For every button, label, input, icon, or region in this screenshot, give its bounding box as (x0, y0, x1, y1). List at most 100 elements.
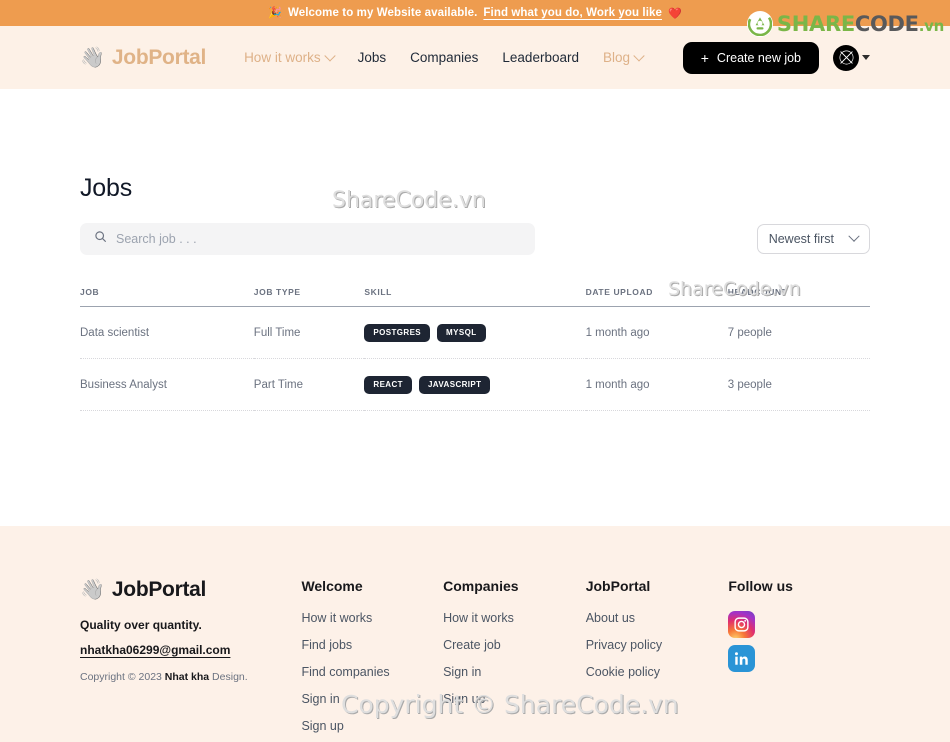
copyright-pre: Copyright © 2023 (80, 671, 165, 683)
footer-link-how-it-works[interactable]: How it works (301, 611, 443, 625)
footer-brand-logo[interactable]: 👋 JobPortal (80, 578, 301, 602)
linkedin-icon[interactable] (728, 645, 756, 672)
footer-heading-follow-us: Follow us (728, 578, 793, 594)
column-header-job: JOB (80, 287, 254, 307)
footer-link-privacy-policy[interactable]: Privacy policy (586, 638, 729, 652)
nav-label: How it works (244, 50, 321, 65)
skill-badge-group: POSTGRES MYSQL (364, 324, 585, 342)
table-header-row: JOB JOB TYPE SKILL DATE UPLOAD HEADCOUNT (80, 287, 870, 307)
sharecode-recycle-icon (746, 11, 773, 37)
skill-badge: JAVASCRIPT (418, 376, 491, 394)
social-links (728, 611, 870, 672)
sharecode-code-text: CODE (854, 11, 919, 36)
plus-icon: + (700, 49, 709, 66)
column-header-date-upload: DATE UPLOAD (585, 287, 728, 307)
announcement-text: Welcome to my Website available. (288, 7, 478, 19)
footer-link-sign-in[interactable]: Sign in (301, 692, 443, 706)
instagram-icon[interactable] (728, 611, 756, 638)
announcement-content: 🎉 Welcome to my Website available. Find … (268, 7, 682, 20)
search-box[interactable] (80, 223, 535, 255)
footer-link-how-it-works[interactable]: How it works (443, 611, 586, 625)
footer-heading-companies: Companies (443, 578, 519, 594)
column-header-skill: SKILL (364, 287, 586, 307)
jobs-table: JOB JOB TYPE SKILL DATE UPLOAD HEADCOUNT… (80, 287, 870, 411)
sort-selected-value: Newest first (768, 232, 834, 246)
skill-badge-group: REACT JAVASCRIPT (364, 376, 585, 394)
footer-link-find-jobs[interactable]: Find jobs (301, 638, 443, 652)
nav-item-leaderboard[interactable]: Leaderboard (502, 50, 579, 65)
jobs-toolbar: Newest first (80, 223, 870, 255)
chevron-down-icon (633, 49, 645, 62)
footer-link-sign-up[interactable]: Sign up (443, 692, 586, 706)
sort-select[interactable]: Newest first (756, 224, 870, 254)
skill-badge: REACT (364, 376, 412, 394)
nav-label: Companies (410, 50, 479, 65)
copyright-post: Design. (209, 671, 248, 683)
sharecode-share-text: SHARE (776, 11, 855, 36)
footer-column-welcome: Welcome How it works Find jobs Find comp… (301, 578, 443, 742)
cell-job-type: Full Time (253, 306, 365, 359)
nav-item-how-it-works[interactable]: How it works (244, 49, 336, 65)
chevron-down-icon (848, 230, 860, 242)
search-input[interactable] (116, 232, 521, 246)
cell-job: Business Analyst (80, 358, 254, 411)
jobs-table-body: Data scientist Full Time POSTGRES MYSQL … (80, 306, 870, 411)
create-new-job-label: Create new job (716, 50, 801, 65)
table-row[interactable]: Business Analyst Part Time REACT JAVASCR… (80, 358, 870, 411)
footer-tagline: Quality over quantity. (80, 618, 202, 632)
table-row[interactable]: Data scientist Full Time POSTGRES MYSQL … (80, 306, 870, 359)
page-title: Jobs (80, 174, 133, 202)
waving-hand-icon: 👋 (80, 46, 105, 69)
footer-brand-name: JobPortal (111, 578, 207, 601)
cell-headcount: 7 people (727, 306, 870, 359)
footer-link-cookie-policy[interactable]: Cookie policy (586, 665, 729, 679)
avatar[interactable] (833, 44, 859, 71)
waving-hand-icon: 👋 (80, 579, 105, 601)
footer-brand-block: 👋 JobPortal Quality over quantity. nhatk… (80, 578, 301, 742)
announcement-link[interactable]: Find what you do, Work you like (483, 7, 662, 19)
nav-label: Blog (602, 50, 631, 65)
column-header-job-type: JOB TYPE (253, 287, 365, 307)
footer-column-companies: Companies How it works Create job Sign i… (443, 578, 586, 742)
cell-skills: POSTGRES MYSQL (364, 306, 586, 359)
main-content: Jobs Newest first JOB JOB TYPE SKILL DAT… (0, 89, 950, 526)
user-menu[interactable] (833, 44, 870, 71)
create-new-job-button[interactable]: + Create new job (682, 41, 819, 74)
footer-email-link[interactable]: nhatkha06299@gmail.com (80, 643, 230, 657)
sharecode-vn-text: .vn (918, 16, 945, 35)
skill-badge: MYSQL (437, 324, 486, 342)
footer-column-jobportal: JobPortal About us Privacy policy Cookie… (586, 578, 729, 742)
header-actions: + Create new job (682, 41, 870, 74)
footer-copyright: Copyright © 2023 Nhat kha Design. (80, 671, 301, 683)
nav-item-jobs[interactable]: Jobs (358, 50, 387, 65)
nav-item-companies[interactable]: Companies (410, 50, 478, 65)
footer-link-find-companies[interactable]: Find companies (301, 665, 443, 679)
nav-label: Leaderboard (502, 50, 579, 65)
column-header-headcount: HEADCOUNT (727, 287, 870, 307)
cell-headcount: 3 people (727, 358, 870, 411)
skill-badge: POSTGRES (364, 324, 431, 342)
cell-job: Data scientist (80, 306, 254, 359)
footer-heading-welcome: Welcome (301, 578, 363, 594)
copyright-author: Nhat kha (164, 671, 210, 683)
footer-link-sign-up[interactable]: Sign up (301, 719, 443, 733)
main-navigation: How it works Jobs Companies Leaderboard … (244, 49, 645, 65)
cell-job-type: Part Time (253, 358, 365, 411)
footer-link-sign-in[interactable]: Sign in (443, 665, 586, 679)
chevron-down-icon (862, 55, 870, 60)
sharecode-wordmark: SHARE CODE .vn (776, 11, 945, 36)
footer-column-follow-us: Follow us (728, 578, 870, 742)
footer-link-create-job[interactable]: Create job (443, 638, 586, 652)
sharecode-logo: SHARE CODE .vn (746, 11, 945, 37)
site-footer: 👋 JobPortal Quality over quantity. nhatk… (0, 526, 950, 742)
cell-skills: REACT JAVASCRIPT (364, 358, 586, 411)
nav-item-blog[interactable]: Blog (602, 49, 645, 65)
nav-label: Jobs (357, 50, 387, 65)
footer-heading-jobportal: JobPortal (585, 578, 651, 594)
brand-logo[interactable]: 👋 JobPortal (80, 46, 206, 70)
footer-link-about-us[interactable]: About us (586, 611, 729, 625)
party-popper-icon: 🎉 (268, 6, 282, 19)
search-icon (94, 230, 107, 248)
chevron-down-icon (323, 49, 336, 62)
brand-name: JobPortal (111, 45, 207, 69)
